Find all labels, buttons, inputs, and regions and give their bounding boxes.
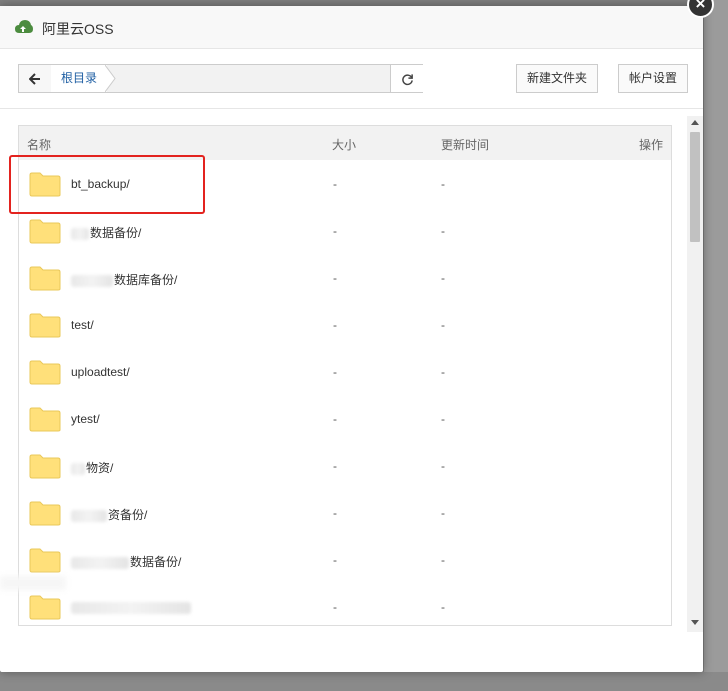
file-size: - <box>333 224 337 238</box>
toolbar-divider <box>0 108 703 109</box>
arrow-left-icon <box>28 73 40 86</box>
dialog-title: 阿里云OSS <box>42 21 114 37</box>
column-header-size[interactable]: 大小 <box>332 136 356 153</box>
file-size: - <box>333 177 337 191</box>
file-updated: - <box>441 412 445 426</box>
account-settings-button[interactable]: 帐户设置 <box>618 64 688 93</box>
table-row[interactable]: ytest/ - - <box>19 395 671 443</box>
redacted-text <box>71 462 85 475</box>
table-row[interactable]: - - <box>19 583 671 625</box>
path-bar: 根目录 <box>18 64 423 93</box>
table-row[interactable]: 数据库备份/ - - <box>19 254 671 302</box>
path-input-area[interactable] <box>119 65 389 92</box>
breadcrumb-root[interactable]: 根目录 <box>51 65 108 92</box>
file-name[interactable]: 数据库备份/ <box>114 273 177 287</box>
folder-icon <box>29 407 61 432</box>
redacted-text <box>71 227 89 240</box>
folder-icon <box>29 595 61 620</box>
redacted-text <box>71 556 129 569</box>
background-strip <box>704 0 728 691</box>
column-header-actions: 操作 <box>639 138 664 152</box>
file-size: - <box>333 318 337 332</box>
file-name[interactable]: 物资/ <box>86 461 113 475</box>
folder-icon <box>29 454 61 479</box>
breadcrumb-separator <box>105 65 116 92</box>
file-size: - <box>333 271 337 285</box>
back-button[interactable] <box>19 65 52 92</box>
file-updated: - <box>441 365 445 379</box>
file-name[interactable]: 数据备份/ <box>90 226 141 240</box>
table-row[interactable]: 数据备份/ - - <box>19 207 671 255</box>
new-folder-button[interactable]: 新建文件夹 <box>516 64 598 93</box>
table-row[interactable]: 物资/ - - <box>19 442 671 490</box>
folder-icon <box>29 313 61 338</box>
file-name-wrapper[interactable]: 资备份/ <box>71 506 147 523</box>
file-updated: - <box>441 318 445 332</box>
file-updated: - <box>441 224 445 238</box>
column-header-name[interactable]: 名称 <box>27 136 51 153</box>
file-updated: - <box>441 600 445 614</box>
file-name-wrapper[interactable]: 数据备份/ <box>71 553 181 570</box>
table-row[interactable]: 数据备份/ - - <box>19 536 671 584</box>
file-size: - <box>333 553 337 567</box>
vertical-scrollbar[interactable] <box>687 116 703 632</box>
background-bottom <box>0 672 728 691</box>
file-size: - <box>333 506 337 520</box>
file-name[interactable]: 数据备份/ <box>130 555 181 569</box>
scrollbar-thumb[interactable] <box>690 132 700 242</box>
file-name-wrapper[interactable]: 数据库备份/ <box>71 271 177 288</box>
redacted-text <box>71 601 191 614</box>
file-name[interactable]: test/ <box>71 318 94 332</box>
aliyun-oss-dialog: 阿里云OSS 根目录 新建文件夹 帐户设置 名称 大小 更新时间 操作 bt_b… <box>0 6 703 672</box>
file-name[interactable]: ytest/ <box>71 412 100 426</box>
refresh-button[interactable] <box>390 65 423 92</box>
column-header-updated[interactable]: 更新时间 <box>441 136 489 153</box>
redacted-text <box>71 274 113 287</box>
file-updated: - <box>441 271 445 285</box>
folder-icon <box>29 266 61 291</box>
table-row[interactable]: uploadtest/ - - <box>19 348 671 396</box>
redaction-smudge <box>0 576 66 590</box>
file-size: - <box>333 412 337 426</box>
file-size: - <box>333 365 337 379</box>
table-row[interactable]: 资备份/ - - <box>19 489 671 537</box>
file-updated: - <box>441 459 445 473</box>
table-row[interactable]: test/ - - <box>19 301 671 349</box>
refresh-icon <box>401 74 413 85</box>
aliyun-cloud-icon <box>15 20 33 33</box>
redacted-text <box>71 509 107 522</box>
file-size: - <box>333 459 337 473</box>
scroll-up-icon[interactable] <box>691 120 699 125</box>
folder-icon <box>29 501 61 526</box>
dialog-titlebar: 阿里云OSS <box>0 6 703 49</box>
folder-icon <box>29 219 61 244</box>
file-name[interactable]: 资备份/ <box>108 508 147 522</box>
file-name[interactable]: uploadtest/ <box>71 365 130 379</box>
file-updated: - <box>441 177 445 191</box>
file-updated: - <box>441 553 445 567</box>
file-size: - <box>333 600 337 614</box>
file-updated: - <box>441 506 445 520</box>
folder-icon <box>29 360 61 385</box>
file-name-wrapper[interactable] <box>71 600 192 614</box>
folder-icon <box>29 548 61 573</box>
file-name-wrapper[interactable]: 物资/ <box>71 459 113 476</box>
file-name-wrapper[interactable]: 数据备份/ <box>71 224 141 241</box>
scroll-down-icon[interactable] <box>691 620 699 625</box>
highlight-annotation <box>9 155 205 214</box>
